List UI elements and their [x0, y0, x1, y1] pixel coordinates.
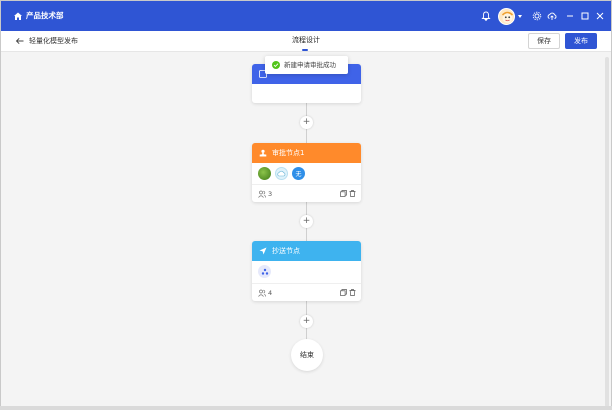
- approver-node[interactable]: 审批节点1 无 3: [252, 143, 361, 202]
- approver-avatar: [275, 167, 288, 180]
- send-icon: [259, 247, 267, 255]
- title-bar: 产品技术部: [1, 1, 611, 31]
- copy-icon[interactable]: [340, 190, 347, 197]
- approver-node-footer: 3: [252, 184, 361, 202]
- cc-recipient-avatar: [258, 265, 271, 278]
- app-title: 产品技术部: [26, 11, 64, 20]
- org-icon: [261, 268, 268, 275]
- delete-icon[interactable]: [349, 289, 356, 296]
- cc-recipient-list: [258, 265, 271, 278]
- page-title: 轻量化模型发布: [29, 37, 78, 45]
- publish-button[interactable]: 发布: [565, 33, 597, 49]
- approver-node-title: 审批节点1: [272, 149, 305, 157]
- stamp-icon: [259, 149, 267, 157]
- people-icon: [258, 190, 266, 198]
- taskbar-edge: [0, 406, 612, 410]
- tab-flow-design[interactable]: 流程设计: [292, 35, 320, 45]
- vertical-scrollbar[interactable]: [605, 57, 609, 407]
- app-window: 产品技术部 轻量化模型发布 流程设计 保存 发布 + 审批节点1 无 3 + 抄…: [0, 0, 612, 410]
- cc-node-footer: 4: [252, 283, 361, 301]
- people-icon: [258, 289, 266, 297]
- home-icon[interactable]: [13, 11, 23, 21]
- approver-avatar: 无: [292, 167, 305, 180]
- approver-list: 无: [258, 167, 305, 180]
- close-icon[interactable]: [594, 10, 606, 22]
- cc-node-title: 抄送节点: [272, 247, 300, 255]
- delete-icon[interactable]: [349, 190, 356, 197]
- cc-node-header: 抄送节点: [252, 241, 361, 261]
- bell-icon[interactable]: [480, 10, 492, 22]
- save-button[interactable]: 保存: [528, 33, 560, 49]
- cloud-icon: [277, 170, 286, 177]
- approver-node-header: 审批节点1: [252, 143, 361, 163]
- approver-avatar: [258, 167, 271, 180]
- copy-icon[interactable]: [340, 289, 347, 296]
- back-arrow-icon[interactable]: [15, 36, 25, 46]
- add-node-button[interactable]: +: [300, 215, 313, 228]
- toast-message: 新建申请审批成功: [284, 61, 336, 69]
- end-node: 结束: [291, 339, 323, 371]
- member-count: 3: [268, 190, 273, 198]
- success-toast: 新建申请审批成功: [265, 56, 348, 74]
- tab-active-indicator: [302, 49, 308, 51]
- page-header: 轻量化模型发布 流程设计 保存 发布: [1, 31, 611, 52]
- check-circle-icon: [272, 61, 280, 69]
- minimize-icon[interactable]: [564, 10, 576, 22]
- gear-icon[interactable]: [531, 10, 543, 22]
- member-count: 4: [268, 289, 273, 297]
- upload-cloud-icon[interactable]: [546, 10, 558, 22]
- add-node-button[interactable]: +: [300, 315, 313, 328]
- maximize-icon[interactable]: [579, 10, 591, 22]
- cc-node[interactable]: 抄送节点 4: [252, 241, 361, 301]
- user-avatar[interactable]: [498, 8, 515, 25]
- chevron-down-icon[interactable]: [518, 15, 522, 18]
- add-node-button[interactable]: +: [300, 116, 313, 129]
